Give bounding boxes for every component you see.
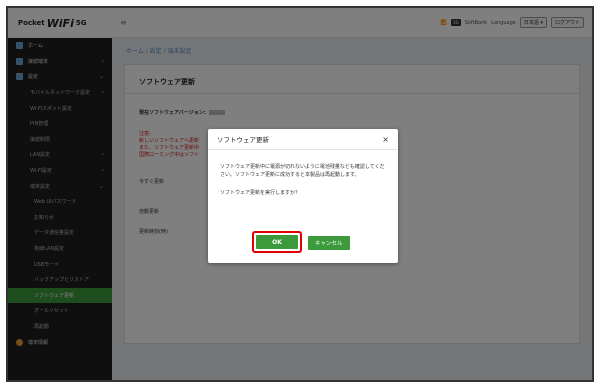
dialog-buttons: OK キャンセル [252, 231, 350, 253]
dialog-body: ソフトウェア更新中に電源が切れないように電池残量なども確認してください。ソフトウ… [220, 163, 388, 197]
dialog-message: ソフトウェア更新中に電源が切れないように電池残量なども確認してください。ソフトウ… [220, 164, 385, 178]
close-icon[interactable]: × [382, 135, 389, 144]
dialog-question: ソフトウェア更新を実行しますか？ [220, 190, 301, 196]
ok-button[interactable]: OK [256, 235, 298, 249]
ok-highlight: OK [252, 231, 302, 253]
cancel-button[interactable]: キャンセル [308, 235, 350, 250]
dialog-header: ソフトウェア更新 × [208, 129, 398, 150]
confirm-dialog: ソフトウェア更新 × ソフトウェア更新中に電源が切れないように電池残量なども確認… [208, 129, 398, 263]
screenshot-frame: Pocket WiFi 5G ホーム接続端末‹設定⌄モバイルネットワーク設定‹W… [6, 6, 594, 382]
dialog-title: ソフトウェア更新 [217, 136, 269, 144]
